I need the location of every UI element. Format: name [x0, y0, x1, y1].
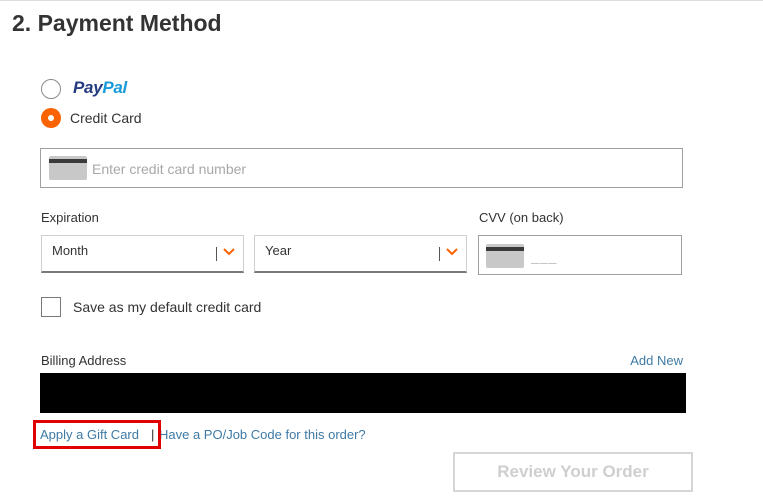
cvv-field[interactable] — [478, 235, 682, 275]
year-select-divider — [439, 247, 440, 261]
credit-card-icon — [486, 244, 524, 268]
credit-card-radio[interactable] — [41, 108, 61, 128]
card-number-input[interactable] — [92, 159, 652, 179]
credit-card-icon — [49, 156, 87, 180]
paypal-logo-pal: Pal — [102, 78, 127, 97]
review-order-button[interactable]: Review Your Order — [453, 452, 693, 492]
add-new-link[interactable]: Add New — [630, 353, 683, 368]
save-default-checkbox[interactable] — [41, 297, 61, 317]
po-job-code-link[interactable]: Have a PO/Job Code for this order? — [159, 427, 366, 442]
paypal-radio[interactable] — [41, 79, 61, 99]
cvv-label: CVV (on back) — [479, 210, 564, 225]
paypal-logo[interactable]: PayPal — [73, 78, 127, 98]
gift-card-highlight-box — [33, 420, 161, 449]
top-divider — [0, 0, 763, 1]
chevron-down-icon — [223, 248, 235, 256]
save-default-label[interactable]: Save as my default credit card — [73, 299, 261, 315]
paypal-logo-pay: Pay — [73, 78, 103, 97]
section-title: 2. Payment Method — [12, 10, 222, 36]
billing-address-redacted[interactable] — [40, 373, 686, 413]
expiration-label: Expiration — [41, 210, 99, 225]
billing-address-label: Billing Address — [41, 353, 127, 368]
year-select-value: Year — [265, 243, 292, 258]
chevron-down-icon — [446, 248, 458, 256]
month-select-value: Month — [52, 243, 89, 258]
credit-card-label[interactable]: Credit Card — [70, 110, 142, 126]
year-select[interactable]: Year — [254, 235, 467, 273]
cvv-input[interactable] — [531, 246, 671, 266]
card-number-field[interactable] — [40, 148, 683, 188]
month-select-divider — [216, 247, 217, 261]
month-select[interactable]: Month — [41, 235, 244, 273]
